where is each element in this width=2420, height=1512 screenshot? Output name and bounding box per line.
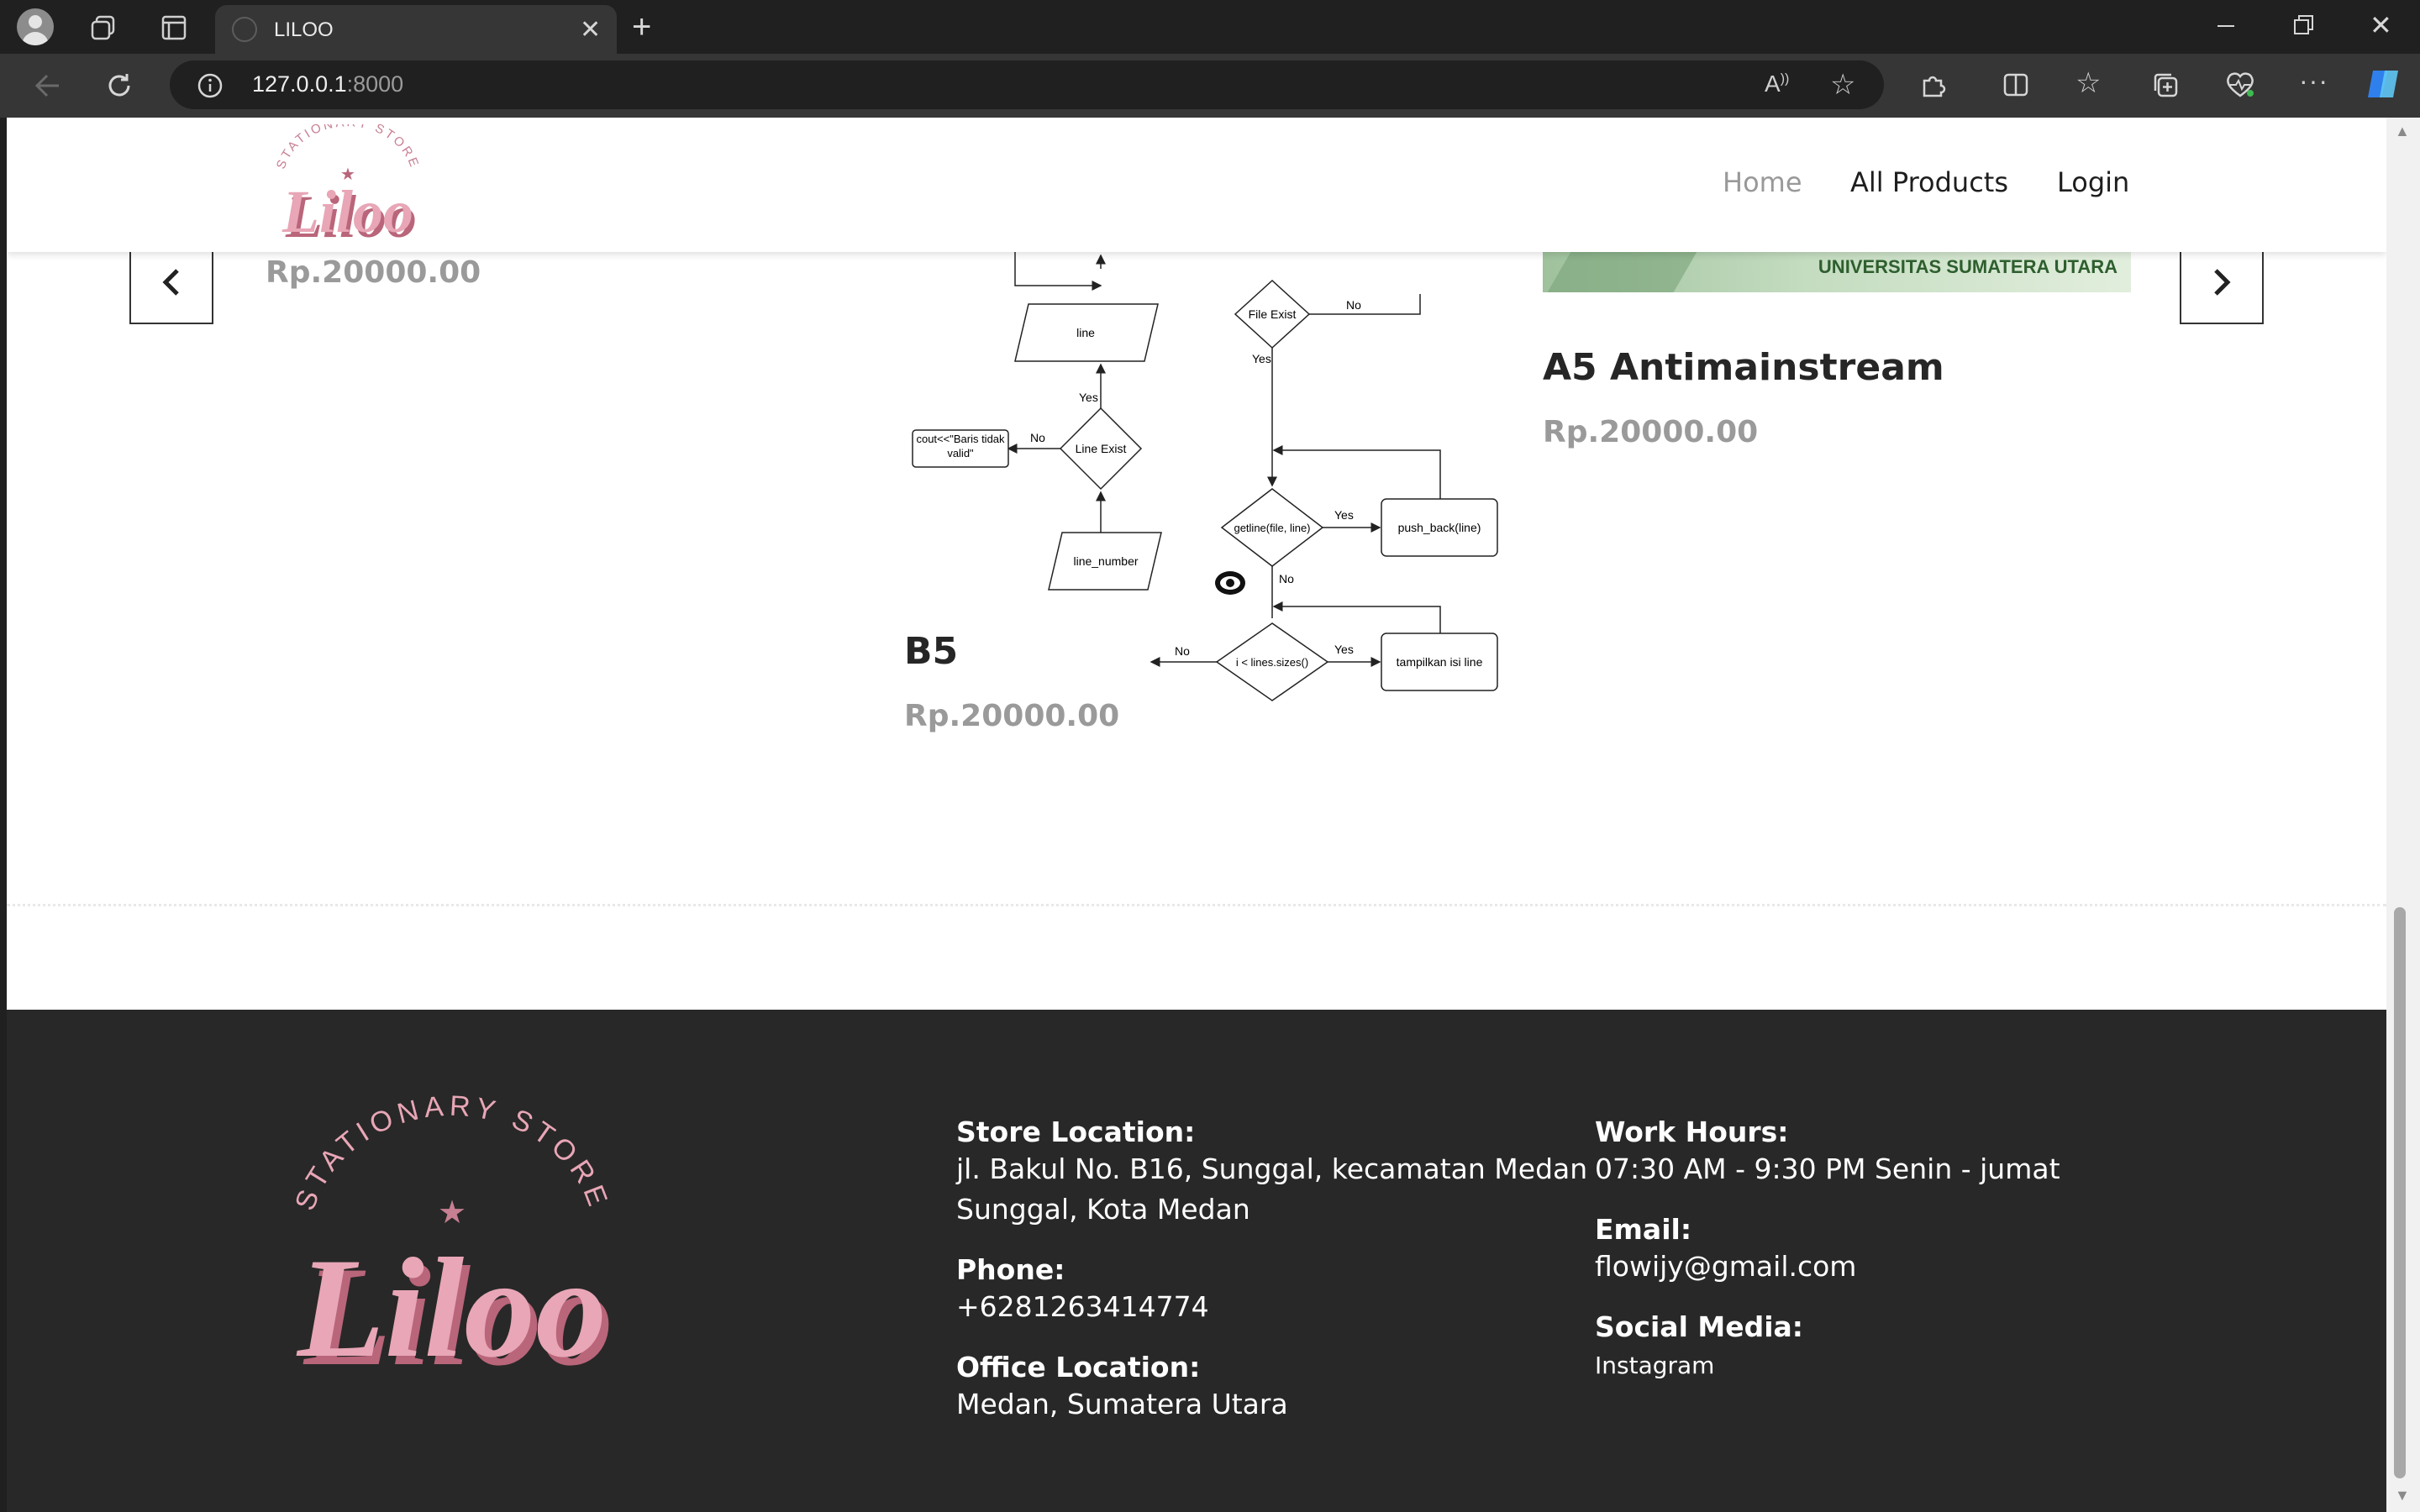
phone-title: Phone:: [956, 1253, 1065, 1286]
tab-favicon-icon: [232, 17, 257, 42]
phone-number[interactable]: +6281263414774: [956, 1287, 1209, 1327]
flow-yes-label-2: Yes: [1079, 391, 1098, 404]
site-info-icon[interactable]: [197, 72, 224, 99]
back-icon[interactable]: [32, 71, 62, 101]
extensions-icon[interactable]: [1919, 71, 1948, 99]
svg-text:★: ★: [438, 1195, 466, 1231]
work-hours-title: Work Hours:: [1595, 1116, 1789, 1148]
left-product-price: Rp.20000.00: [266, 255, 481, 290]
page-viewport: Rp.20000.00 line Yes Line Exist No cout<…: [7, 118, 2386, 1512]
social-media-title: Social Media:: [1595, 1310, 1803, 1343]
flow-yes-label-1: Yes: [1252, 352, 1271, 365]
site-navbar: STATIONARY STORE ★ Liloo Liloo Home All …: [7, 118, 2386, 252]
tab-close-icon[interactable]: ✕: [580, 15, 601, 45]
flow-line-number-label: line_number: [1073, 554, 1138, 568]
restore-icon[interactable]: [2292, 13, 2316, 37]
svg-text:STATIONARY STORE: STATIONARY STORE: [274, 124, 423, 171]
product-image-b5[interactable]: line Yes Line Exist No cout<<"Baris tida…: [904, 244, 1509, 702]
logo-arc-text: STATIONARY STORE: [274, 118, 420, 171]
flow-tampilkan-label: tampilkan isi line: [1397, 655, 1483, 669]
store-location-title: Store Location:: [956, 1116, 1196, 1148]
favorite-star-icon[interactable]: ☆: [1830, 71, 1855, 99]
browser-titlebar: LILOO ✕ + ✕: [0, 0, 2420, 54]
flow-no-label-4: No: [1175, 644, 1190, 658]
more-options-icon[interactable]: ···: [2299, 67, 2328, 94]
carousel-next-button[interactable]: [2180, 240, 2264, 324]
footer-logo: STATIONARY STORE ★ Liloo Liloo: [259, 1090, 645, 1396]
section-divider: [7, 904, 2386, 906]
product-name-b5[interactable]: B5: [904, 630, 958, 673]
flow-line-label: line: [1076, 326, 1095, 339]
store-location-line-1: jl. Bakul No. B16, Sunggal, kecamatan Me…: [956, 1152, 1588, 1185]
flow-no-label-2: No: [1030, 431, 1045, 444]
email-link[interactable]: flowijy@gmail.com: [1595, 1247, 1856, 1287]
flow-loop-label: i < lines.sizes(): [1236, 656, 1308, 669]
tab-actions-icon[interactable]: [160, 13, 188, 42]
work-hours: 07:30 AM - 9:30 PM Senin - jumat: [1595, 1152, 2060, 1185]
email-title: Email:: [1595, 1213, 1692, 1246]
scroll-down-icon[interactable]: ▼: [2395, 1487, 2410, 1504]
favorites-icon[interactable]: ☆: [2075, 69, 2101, 97]
logo-script-text: Liloo: [281, 178, 413, 245]
flow-getline-label: getline(file, line): [1234, 522, 1310, 534]
read-aloud-icon[interactable]: A)): [1765, 72, 1789, 96]
split-screen-icon[interactable]: [2002, 71, 2030, 99]
office-location: Medan, Sumatera Utara: [956, 1388, 1288, 1420]
flow-line-exist-label: Line Exist: [1076, 442, 1127, 455]
site-logo[interactable]: STATIONARY STORE ★ Liloo Liloo: [264, 118, 432, 250]
profile-avatar-icon[interactable]: [17, 8, 54, 45]
performance-heart-icon[interactable]: [2225, 71, 2255, 99]
product-price-b5: Rp.20000.00: [904, 699, 1120, 733]
office-location-title: Office Location:: [956, 1351, 1201, 1383]
store-location-line-2: Sunggal, Kota Medan: [956, 1193, 1250, 1226]
refresh-icon[interactable]: [104, 71, 134, 101]
browser-tab[interactable]: LILOO ✕: [215, 5, 617, 54]
new-tab-icon[interactable]: +: [632, 10, 651, 44]
flow-file-exist-label: File Exist: [1249, 307, 1297, 321]
flow-cout-label: cout<<"Baris tidak valid": [916, 433, 1005, 459]
copilot-icon[interactable]: [2365, 67, 2402, 101]
banner-line-2: UNIVERSITAS SUMATERA UTARA: [1818, 256, 2118, 277]
workspaces-icon[interactable]: [89, 13, 118, 42]
carousel-prev-button[interactable]: [129, 240, 213, 324]
footer-logo-script: Liloo: [296, 1229, 607, 1387]
close-window-icon[interactable]: ✕: [2370, 12, 2392, 39]
collections-icon[interactable]: [2151, 71, 2180, 99]
flow-push-back-label: push_back(line): [1398, 521, 1481, 534]
address-bar[interactable]: [170, 60, 1884, 109]
instagram-link[interactable]: Instagram: [1595, 1346, 1714, 1386]
nav-all-products[interactable]: All Products: [1850, 166, 2008, 198]
product-price-a5: Rp.20000.00: [1543, 415, 1759, 449]
minimize-icon[interactable]: [2215, 12, 2237, 37]
nav-login[interactable]: Login: [2057, 166, 2129, 198]
view-eye-icon[interactable]: [1215, 571, 1245, 595]
tab-title: LILOO: [274, 18, 334, 41]
scroll-up-icon[interactable]: ▲: [2395, 123, 2410, 140]
url-text[interactable]: 127.0.0.1:8000: [252, 71, 403, 97]
flow-no-label-1: No: [1346, 298, 1361, 312]
scrollbar-thumb[interactable]: [2394, 907, 2406, 1478]
product-name-a5[interactable]: A5 Antimainstream: [1543, 346, 1944, 389]
flow-no-label-3: No: [1279, 572, 1294, 585]
flow-yes-label-3: Yes: [1334, 508, 1354, 522]
flow-yes-label-4: Yes: [1334, 643, 1354, 656]
nav-home[interactable]: Home: [1723, 166, 1802, 198]
site-footer: STATIONARY STORE ★ Liloo Liloo Store Loc…: [7, 1010, 2386, 1512]
